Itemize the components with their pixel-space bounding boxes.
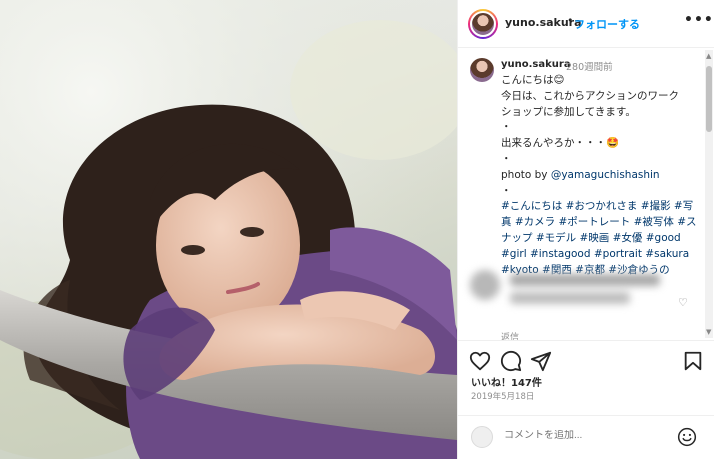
paper-plane-icon[interactable] — [530, 350, 552, 372]
caption-timestamp[interactable]: 280週間前 — [566, 59, 613, 73]
caption-line: ショップに参加してきます。 — [501, 105, 636, 118]
scrollbar-thumb[interactable] — [706, 66, 712, 132]
caption-username[interactable]: yuno.sakura — [501, 59, 571, 70]
like-count[interactable]: いいね！147件 — [471, 374, 542, 389]
hashtags[interactable]: #こんにちは #おつかれさま #撮影 #写真 #カメラ #ポートレート #被写体… — [501, 199, 701, 278]
scroll-up-icon[interactable]: ▲ — [706, 52, 711, 60]
add-comment-bar — [458, 415, 714, 459]
caption-avatar[interactable] — [470, 58, 494, 82]
follow-button[interactable]: フォローする — [574, 16, 640, 32]
portrait-photo — [0, 0, 457, 459]
viewer-avatar — [471, 426, 493, 448]
bookmark-icon[interactable] — [682, 350, 704, 372]
separator-dot: • — [567, 14, 574, 27]
comment-like-icon[interactable]: ♡ — [678, 296, 688, 309]
post-sidebar: yuno.sakura • フォローする ••• yuno.sakura 280… — [457, 0, 714, 459]
caption-line: ・ — [501, 121, 512, 134]
photo-credit-label: photo by — [501, 168, 551, 181]
comment-icon[interactable] — [500, 350, 522, 372]
smiley-icon[interactable] — [677, 427, 697, 447]
blurred-comment — [470, 270, 680, 318]
comment-input[interactable] — [504, 430, 664, 441]
post-photo[interactable] — [0, 0, 457, 459]
caption-line: こんにちは😊 — [501, 74, 565, 86]
caption-line: 出来るんやろか・・・🤩 — [501, 137, 620, 150]
avatar[interactable] — [470, 11, 496, 37]
post-header: yuno.sakura • フォローする ••• — [458, 0, 714, 48]
post-date[interactable]: 2019年5月18日 — [471, 390, 534, 402]
scroll-down-icon[interactable]: ▼ — [706, 328, 711, 336]
comments-scrollbar[interactable]: ▲ ▼ — [705, 50, 713, 338]
reply-button[interactable]: 返信 — [501, 330, 519, 340]
caption-line: ・ — [501, 184, 512, 197]
caption-text: こんにちは😊 今日は、これからアクションのワーク ショップに参加してきます。 ・… — [501, 73, 701, 278]
comments-section: yuno.sakura 280週間前 こんにちは😊 今日は、これからアクションの… — [458, 48, 708, 340]
story-ring[interactable] — [468, 9, 498, 39]
photo-credit: photo by @yamaguchishashin — [501, 168, 701, 184]
more-options-icon[interactable]: ••• — [684, 12, 714, 28]
heart-icon[interactable] — [469, 350, 491, 372]
caption-line: 今日は、これからアクションのワーク — [501, 89, 679, 102]
mention-link[interactable]: @yamaguchishashin — [551, 169, 660, 181]
caption-line: ・ — [501, 152, 512, 165]
